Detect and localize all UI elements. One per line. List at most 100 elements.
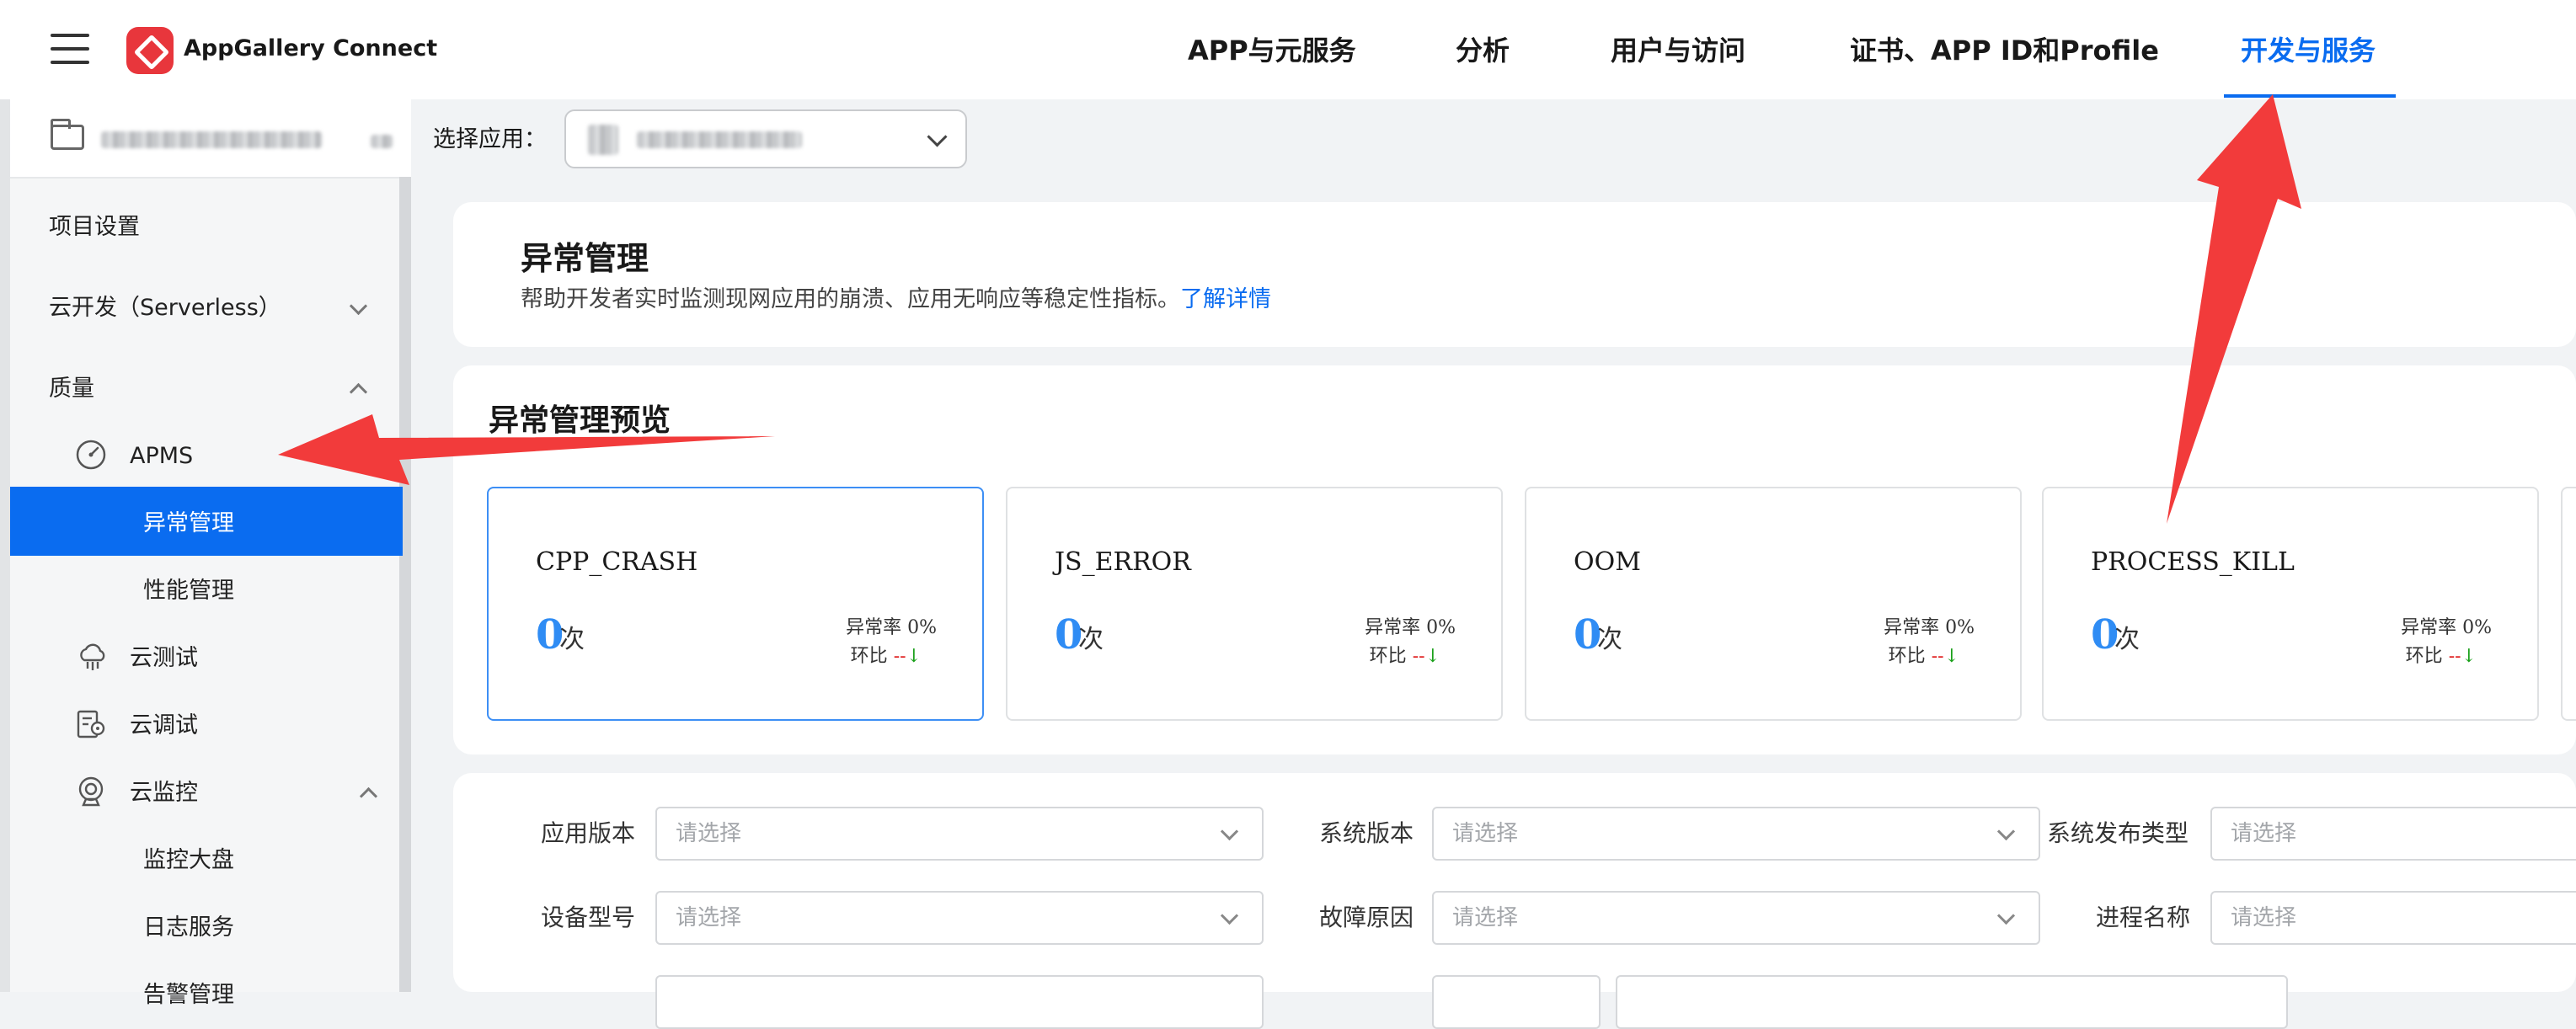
filter-row3-second[interactable] (1432, 975, 1601, 1029)
compare-value: -- (893, 646, 906, 667)
metric-name: JS_ERROR (1055, 547, 1191, 577)
sidebar-item-cloud-monitor[interactable]: 云监控 (130, 776, 198, 810)
chevron-down-icon (1996, 906, 2016, 925)
metric-name: OOM (1574, 547, 1641, 577)
learn-more-link[interactable]: 了解详情 (1180, 286, 1271, 312)
sidebar-item-alert-management[interactable]: 告警管理 (143, 978, 234, 1012)
page-title: 异常管理 (521, 239, 649, 277)
compare-value: -- (1412, 646, 1425, 667)
sidebar-item-log-service[interactable]: 日志服务 (143, 911, 234, 945)
sidebar-scrollbar[interactable] (399, 177, 411, 992)
filter-label-device-model: 设备型号 (541, 904, 636, 931)
filter-app-version[interactable]: 请选择 (655, 807, 1264, 861)
nav-certificates[interactable]: 证书、APP ID和Profile (1850, 27, 2159, 74)
metric-unit: 次 (1078, 625, 1104, 654)
nav-app-services[interactable]: APP与元服务 (1188, 27, 1356, 74)
cloud-test-icon (80, 643, 105, 670)
metric-name: PROCESS_KILL (2091, 547, 2295, 577)
top-bar: AppGallery Connect APP与元服务 分析 用户与访问 证书、A… (0, 0, 2576, 99)
folder-icon (51, 119, 84, 150)
app-selector-dropdown[interactable] (564, 109, 967, 168)
filter-label-os-release-type: 系统发布类型 (2047, 819, 2189, 847)
page-description: 帮助开发者实时监测现网应用的崩溃、应用无响应等稳定性指标。了解详情 (521, 283, 1271, 317)
arrow-down-icon: ↓ (1424, 646, 1440, 667)
project-selector[interactable] (10, 99, 411, 179)
filter-os-version[interactable]: 请选择 (1432, 807, 2040, 861)
arrow-down-icon: ↓ (2461, 646, 2477, 667)
sidebar-item-quality[interactable]: 质量 (49, 372, 94, 406)
sidebar-item-exception-management[interactable]: 异常管理 (143, 507, 234, 541)
placeholder-text: 请选择 (1452, 821, 1519, 846)
metric-card-oom[interactable]: OOM 0 次 异常率 0% 环比 --↓ (1525, 487, 2022, 721)
chevron-down-icon (1220, 906, 1239, 925)
filter-fault-reason[interactable]: 请选择 (1432, 891, 2040, 945)
metric-card-cpp-crash[interactable]: CPP_CRASH 0 次 异常率 0% 环比 --↓ (487, 487, 984, 721)
filter-label-fault-reason: 故障原因 (1319, 904, 1414, 931)
active-nav-indicator (2224, 94, 2396, 98)
metric-card-js-error[interactable]: JS_ERROR 0 次 异常率 0% 环比 --↓ (1006, 487, 1503, 721)
cloud-debug-icon (77, 710, 105, 738)
sidebar-item-serverless[interactable]: 云开发（Serverless） (49, 291, 281, 325)
metric-name: CPP_CRASH (536, 547, 698, 577)
app-icon-redacted (588, 125, 618, 155)
sidebar-item-monitor-dashboard[interactable]: 监控大盘 (143, 844, 234, 877)
placeholder-text: 请选择 (676, 821, 742, 846)
camera-icon (78, 776, 104, 807)
sidebar-edge (0, 99, 10, 992)
metric-card-process-kill[interactable]: PROCESS_KILL 0 次 异常率 0% 环比 --↓ (2042, 487, 2539, 721)
placeholder-text: 请选择 (2231, 905, 2297, 930)
filter-row3-first[interactable] (655, 975, 1264, 1029)
arrow-down-icon: ↓ (1943, 646, 1959, 667)
sidebar-item-cloud-debug[interactable]: 云调试 (130, 709, 198, 743)
compare-label: 环比 (850, 646, 888, 667)
filter-device-model[interactable]: 请选择 (655, 891, 1264, 945)
appgallery-logo-icon[interactable] (126, 27, 174, 74)
metric-unit: 次 (2114, 625, 2140, 654)
metric-compare: 环比 --↓ (851, 643, 922, 670)
metric-compare: 环比 --↓ (2406, 643, 2477, 670)
compare-label: 环比 (1369, 646, 1407, 667)
app-selector-label: 选择应用： (433, 126, 547, 152)
compare-value: -- (1931, 646, 1944, 667)
filter-label-process-name: 进程名称 (2096, 904, 2191, 931)
gauge-icon (76, 440, 106, 470)
chevron-down-icon (927, 126, 948, 147)
metric-rate: 异常率 0% (2401, 617, 2492, 638)
sidebar-item-cloud-test[interactable]: 云测试 (130, 642, 198, 675)
filter-process-name[interactable]: 请选择 (2210, 891, 2576, 945)
sidebar-item-performance[interactable]: 性能管理 (143, 574, 234, 608)
filter-os-release-type[interactable]: 请选择 (2210, 807, 2576, 861)
sidebar-item-project-settings[interactable]: 项目设置 (49, 211, 140, 244)
metric-unit: 次 (559, 625, 585, 654)
page-description-text: 帮助开发者实时监测现网应用的崩溃、应用无响应等稳定性指标。 (521, 286, 1180, 312)
app-name-redacted (637, 131, 802, 148)
metric-rate: 异常率 0% (1884, 617, 1975, 638)
filter-row3-third[interactable] (1616, 975, 2288, 1029)
metric-rate: 异常率 0% (846, 617, 937, 638)
compare-label: 环比 (2405, 646, 2443, 667)
metric-rate: 异常率 0% (1365, 617, 1456, 638)
placeholder-text: 请选择 (676, 905, 742, 930)
nav-dev-services[interactable]: 开发与服务 (2241, 27, 2376, 74)
arrow-down-icon: ↓ (906, 646, 922, 667)
placeholder-text: 请选择 (2231, 821, 2297, 846)
nav-analytics[interactable]: 分析 (1456, 27, 1510, 74)
filter-label-os-version: 系统版本 (1319, 819, 1414, 847)
menu-icon[interactable] (51, 34, 89, 64)
chevron-down-icon (1996, 822, 2016, 841)
metric-card-partial[interactable] (2561, 487, 2576, 721)
sidebar-item-apms[interactable]: APMS (130, 440, 193, 473)
project-extra-redacted (371, 135, 393, 148)
overview-title: 异常管理预览 (489, 403, 671, 438)
metric-unit: 次 (1597, 625, 1622, 654)
filter-label-app-version: 应用版本 (541, 819, 636, 847)
project-name-redacted (101, 131, 322, 148)
metric-compare: 环比 --↓ (1370, 643, 1440, 670)
nav-users-access[interactable]: 用户与访问 (1611, 27, 1745, 74)
compare-label: 环比 (1888, 646, 1926, 667)
metric-compare: 环比 --↓ (1889, 643, 1959, 670)
page-header-card (453, 202, 2576, 347)
brand-name[interactable]: AppGallery Connect (184, 32, 437, 66)
chevron-down-icon (1220, 822, 1239, 841)
filter-card (453, 773, 2576, 992)
